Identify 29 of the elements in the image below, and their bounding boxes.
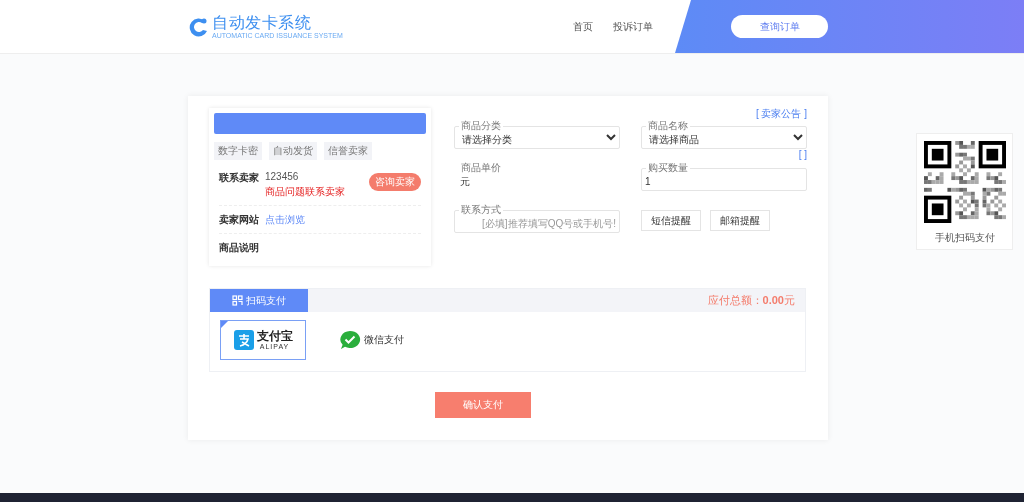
nav-link[interactable]: 投诉订单 (613, 19, 653, 34)
wechat-icon (338, 330, 361, 350)
contact-value: 123456 (265, 171, 300, 182)
query-order-button[interactable]: 查询订单 (731, 15, 828, 38)
reminder-button[interactable]: 邮箱提醒 (710, 210, 770, 231)
logo-title: 自动发卡系统 (212, 13, 312, 32)
field-label: 联系方式 (459, 204, 503, 215)
tag: 信誉卖家 (324, 142, 372, 160)
reminder-button[interactable]: 短信提醒 (641, 210, 701, 231)
info-label: 卖家网站 (219, 213, 259, 227)
qr-code-icon (232, 295, 243, 306)
browse-link[interactable]: 点击浏览 (265, 213, 305, 227)
notice-link[interactable]: [ 卖家公告 ] (755, 107, 807, 121)
nav-link[interactable]: 首页 (573, 19, 593, 34)
field-label: 商品名称 (646, 120, 690, 131)
field-label: 商品单价 (460, 162, 502, 173)
alipay-icon (233, 330, 254, 350)
bracket-link[interactable]: [ ] (798, 149, 807, 160)
alipay-name: 支付宝 (256, 330, 293, 343)
logo-icon (188, 15, 210, 38)
info-label: 联系卖家 (219, 171, 259, 185)
field-label: 购买数量 (646, 162, 690, 173)
qr-caption: 手机扫码支付 (934, 231, 995, 245)
info-label: 商品说明 (219, 241, 259, 255)
field-label: 商品分类 (459, 120, 503, 131)
total-amount: 应付总额：0.00元 (707, 293, 795, 308)
tag: 自动发货 (269, 142, 317, 160)
contact-note: 商品问题联系卖家 (265, 185, 345, 199)
tag: 数字卡密 (214, 142, 262, 160)
